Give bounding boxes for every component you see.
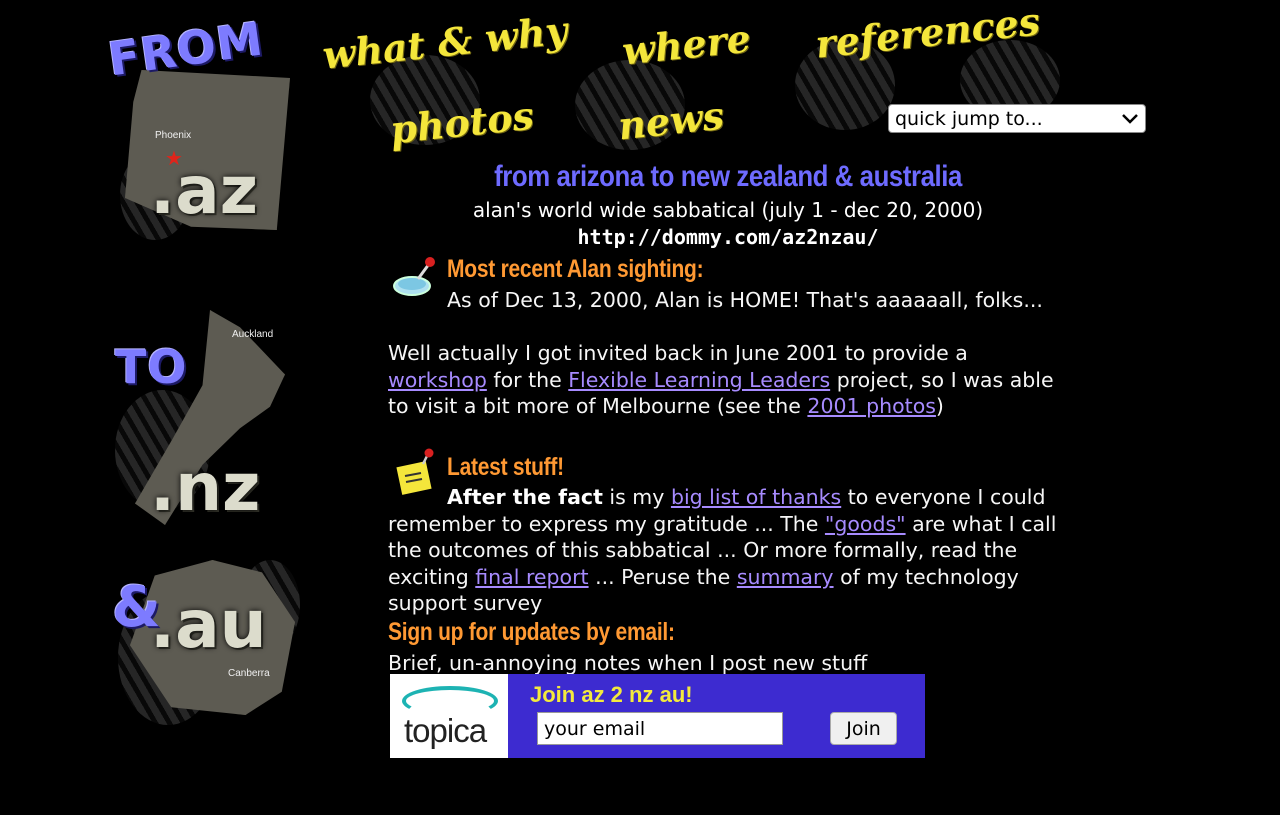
au-wordmark: .au (150, 586, 267, 663)
quick-jump-select[interactable]: quick jump to... (888, 104, 1146, 133)
az-wordmark: .az (150, 152, 259, 229)
site-url: http://dommy.com/az2nzau/ (577, 225, 879, 249)
link-2001-photos[interactable]: 2001 photos (807, 394, 936, 418)
text-segment: Well actually I got invited back in June… (388, 341, 968, 365)
nz-wordmark: .nz (150, 449, 261, 526)
topica-logo: topica (390, 674, 508, 758)
text-segment: for the (493, 367, 562, 392)
sighting-paragraph: Well actually I got invited back in June… (388, 340, 1054, 420)
link-flexible-learning-leaders[interactable]: Flexible Learning Leaders (568, 368, 830, 392)
link-big-list-of-thanks[interactable]: big list of thanks (671, 485, 841, 509)
latest-paragraph: After the fact is my big list of thanks … (388, 484, 1128, 617)
text-segment: project, so I was able (836, 367, 1054, 392)
from-wordmark: FROM (105, 11, 267, 87)
text-segment: the outcomes of this sabbatical ... Or m… (388, 538, 1018, 562)
to-wordmark: TO (115, 340, 188, 394)
signup-heading: Sign up for updates by email: (388, 618, 675, 646)
link-final-report[interactable]: final report (475, 565, 588, 589)
link-summary[interactable]: summary (737, 565, 834, 589)
join-title: Join az 2 nz au! (530, 682, 693, 707)
city-label-phoenix: Phoenix (155, 130, 192, 141)
city-label-canberra: Canberra (228, 668, 270, 679)
nav-news[interactable]: news (616, 93, 726, 149)
text-segment: of my technology (840, 564, 1019, 589)
after-the-fact-label: After the fact (447, 485, 603, 509)
nav-where[interactable]: where (620, 15, 753, 73)
join-button[interactable]: Join (830, 712, 897, 745)
sighting-heading: Most recent Alan sighting: (447, 255, 704, 283)
sighting-status: As of Dec 13, 2000, Alan is HOME! That's… (447, 288, 1043, 312)
text-segment: remember to express my gratitude ... The (388, 511, 819, 536)
text-segment: support survey (388, 591, 543, 615)
link-goods[interactable]: "goods" (825, 512, 906, 536)
text-segment: ) (935, 394, 944, 418)
text-segment: to everyone I could (847, 485, 1046, 509)
chevron-down-icon (1122, 113, 1138, 124)
text-segment: ... Peruse the (595, 564, 731, 589)
magnifier-icon (392, 255, 438, 301)
page-subtitle: alan's world wide sabbatical (july 1 - d… (472, 198, 984, 222)
latest-heading: Latest stuff! (447, 453, 564, 481)
text-segment: is my (609, 485, 665, 509)
quick-jump-label: quick jump to... (895, 107, 1043, 130)
page-title: from arizona to new zealand & australia (494, 160, 962, 193)
link-workshop[interactable]: workshop (388, 368, 487, 392)
signup-description: Brief, un-annoying notes when I post new… (388, 651, 868, 675)
city-label-auckland: Auckland (232, 329, 274, 340)
email-field[interactable] (537, 712, 783, 745)
text-segment: exciting (388, 564, 469, 589)
topica-signup-widget: topica Join az 2 nz au! Join (390, 674, 925, 758)
topica-logo-text: topica (404, 712, 487, 749)
text-segment: are what I call (912, 511, 1057, 536)
text-segment: to visit a bit more of Melbourne (see th… (388, 394, 801, 418)
